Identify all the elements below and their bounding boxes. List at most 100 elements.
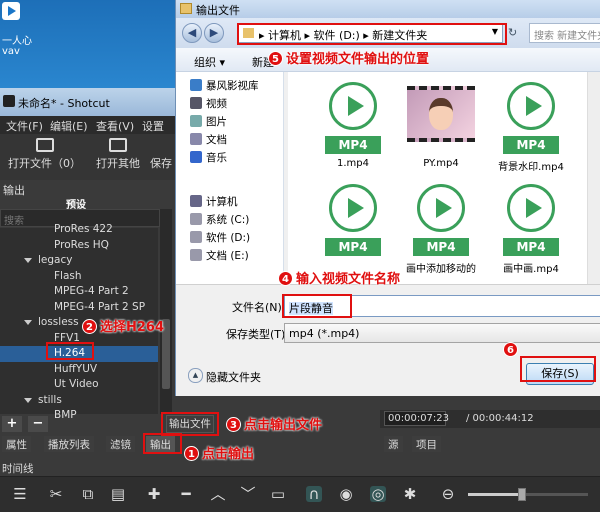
open-other-button[interactable]: 打开其他	[96, 138, 140, 171]
navigation-pane: 暴风影视库视频图片文档音乐计算机系统 (C:) 软件 (D:) 文档 (E:)	[176, 72, 284, 284]
mp4-file-icon: MP4	[325, 184, 381, 258]
hide-folders-toggle[interactable]: 隐藏文件夹	[188, 368, 261, 385]
refresh-icon[interactable]: ↻	[508, 26, 517, 39]
annotation-4: 4 输入视频文件名称	[278, 268, 400, 287]
timeline-label: 时间线	[2, 463, 34, 475]
forward-button[interactable]: ▶	[204, 23, 224, 43]
tab-filters[interactable]: 滤镜	[106, 436, 135, 452]
tab-properties[interactable]: 属性	[2, 436, 31, 452]
dialog-folder-icon	[180, 3, 192, 14]
file-item[interactable]: MP4	[318, 184, 388, 260]
export-panel-title: 输出	[3, 184, 25, 197]
zoom-out-icon[interactable]: ⊖	[440, 486, 456, 502]
file-name: 1.mp4	[337, 158, 369, 169]
nav-item-icon	[190, 79, 202, 91]
highlight-export-tab	[143, 433, 182, 454]
preset-item-label: Ut Video	[54, 378, 99, 390]
annotation-3: 3 点击输出文件	[226, 414, 322, 433]
remove-icon[interactable]: ━	[178, 486, 194, 502]
nav-item-label: 计算机	[206, 196, 238, 208]
preset-item-label: MPEG-4 Part 2 SP	[54, 300, 146, 313]
remove-preset-button[interactable]: −	[28, 416, 48, 432]
desktop-label-2: vav	[2, 46, 20, 57]
ripple-all-icon[interactable]: ✱	[402, 486, 418, 502]
desktop-label-1: 一人心	[2, 36, 32, 47]
menu-edit[interactable]: 编辑(E)	[50, 118, 88, 134]
zoom-slider[interactable]	[468, 488, 588, 501]
nav-item-label: 暴风影视库	[206, 80, 259, 92]
preset-item-label: MPEG-4 Part 2	[54, 285, 129, 297]
dialog-search-input[interactable]: 搜索 新建文件夹	[529, 23, 600, 43]
shotcut-menubar: 文件(F) 编辑(E) 查看(V) 设置	[0, 116, 175, 134]
timecode-row: 00:00:07:23 / 00:00:44:12	[380, 410, 600, 428]
file-item[interactable]: MP4 画中添加移动的.mp4	[406, 184, 476, 275]
expand-arrow-icon[interactable]	[24, 320, 32, 325]
overwrite-icon[interactable]: ﹀	[240, 486, 256, 502]
file-name: 画中画.mp4	[503, 264, 559, 275]
append-icon[interactable]: ✚	[146, 486, 162, 502]
menu-view[interactable]: 查看(V)	[96, 118, 134, 134]
nav-item[interactable]: 图片	[190, 114, 227, 130]
mp4-file-icon: MP4	[503, 82, 559, 156]
lift-icon[interactable]: ︿	[210, 486, 226, 502]
file-item[interactable]: MP4 1.mp4	[318, 82, 388, 169]
file-list-scrollbar[interactable]	[587, 72, 600, 284]
add-preset-button[interactable]: +	[2, 416, 22, 432]
tab-playlist[interactable]: 播放列表	[44, 436, 94, 452]
shotcut-titlebar: 未命名* - Shotcut	[0, 88, 175, 116]
nav-item[interactable]: 暴风影视库	[190, 78, 259, 94]
menu-file[interactable]: 文件(F)	[6, 118, 43, 134]
snap-icon[interactable]: ∩	[306, 486, 322, 502]
copy-icon[interactable]: ⧉	[80, 486, 96, 502]
file-name: PY.mp4	[423, 158, 459, 169]
shotcut-toolbar: 打开文件（0） 打开其他 保存	[0, 134, 175, 180]
scrub-icon[interactable]: ◉	[338, 486, 354, 502]
save-project-button[interactable]: 保存	[150, 138, 172, 171]
nav-item-icon	[190, 151, 202, 163]
split-icon[interactable]: ▭	[270, 486, 286, 502]
nav-item[interactable]: 视频	[190, 96, 227, 112]
file-list: MP4 1.mp4 PY.mp4 MP4 背景水印.mp4 MP4 MP4 画中添加移动的.m…	[288, 72, 600, 284]
dialog-title: 输出文件	[196, 4, 240, 17]
organize-button[interactable]: 组织 ▾	[194, 54, 225, 70]
preset-scrollbar[interactable]	[160, 209, 172, 414]
video-thumbnail	[407, 82, 475, 156]
file-item[interactable]: PY.mp4	[406, 82, 476, 169]
filetype-select[interactable]: mp4 (*.mp4)	[284, 323, 600, 343]
menu-settings[interactable]: 设置	[142, 118, 164, 134]
nav-item-label: 图片	[206, 116, 227, 128]
open-file-button[interactable]: 打开文件（0）	[8, 138, 81, 171]
nav-item[interactable]: 计算机	[190, 194, 238, 210]
nav-item[interactable]: 文档	[190, 132, 227, 148]
mp4-file-icon: MP4	[413, 184, 469, 258]
nav-item[interactable]: 文档 (E:)	[190, 248, 249, 264]
tab-source[interactable]: 源	[384, 436, 403, 452]
nav-item-icon	[190, 213, 202, 225]
shotcut-logo-icon	[3, 95, 15, 107]
preset-item-label: Flash	[54, 269, 82, 282]
nav-item[interactable]: 音乐	[190, 150, 227, 166]
current-timecode[interactable]: 00:00:07:23	[384, 411, 449, 426]
file-item[interactable]: MP4 背景水印.mp4	[496, 82, 566, 173]
highlight-filename	[282, 294, 352, 318]
shotcut-window-title: 未命名* - Shotcut	[18, 97, 110, 110]
menu-icon[interactable]: ☰	[12, 486, 28, 502]
preset-item-label: lossless	[38, 316, 79, 328]
expand-arrow-icon[interactable]	[24, 258, 32, 263]
highlight-save	[520, 356, 596, 382]
ripple-icon[interactable]: ◎	[370, 486, 386, 502]
annotation-5: 5 设置视频文件输出的位置	[268, 48, 429, 67]
expand-arrow-icon[interactable]	[24, 397, 32, 403]
media-player-icon[interactable]	[2, 2, 20, 20]
nav-item[interactable]: 系统 (C:)	[190, 212, 249, 228]
zoom-slider-knob[interactable]	[518, 488, 526, 501]
open-other-label: 打开其他	[96, 157, 140, 170]
filetype-label: 保存类型(T):	[226, 328, 290, 341]
file-item[interactable]: MP4 画中画.mp4	[496, 184, 566, 275]
back-button[interactable]: ◀	[182, 23, 202, 43]
paste-icon[interactable]: ▤	[110, 486, 126, 502]
nav-item-label: 文档	[206, 134, 227, 146]
cut-icon[interactable]: ✂	[48, 486, 64, 502]
nav-item[interactable]: 软件 (D:)	[190, 230, 250, 246]
tab-project[interactable]: 项目	[412, 436, 441, 452]
